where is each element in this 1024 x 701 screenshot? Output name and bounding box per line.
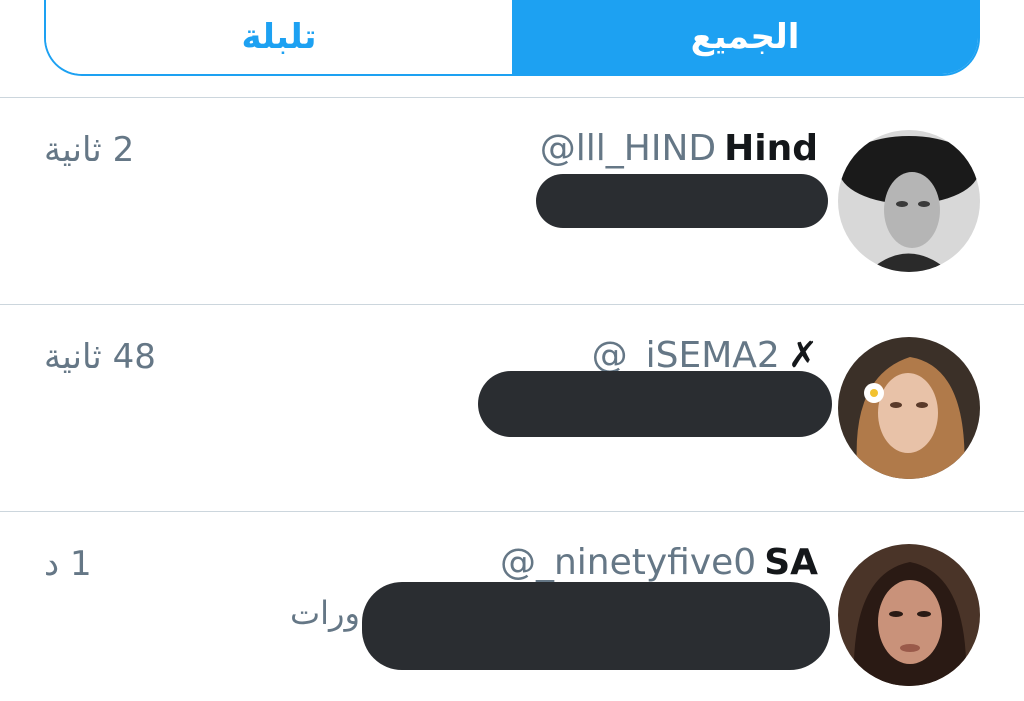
display-name[interactable]: SA bbox=[764, 542, 818, 583]
user-handle[interactable]: @_ninetyfive0 bbox=[500, 542, 756, 583]
display-name[interactable]: ✗ bbox=[788, 335, 818, 376]
tab-all[interactable]: الجميع bbox=[512, 0, 978, 74]
redaction-bar bbox=[478, 371, 832, 437]
timestamp: 2 ثانية bbox=[44, 130, 135, 170]
user-handle[interactable]: @lll_HIND bbox=[540, 128, 716, 169]
redaction-bar bbox=[536, 174, 828, 228]
name-line: @lll_HIND Hind bbox=[540, 128, 818, 169]
name-line: @_ninetyfive0 SA bbox=[500, 542, 818, 583]
name-line: @_iSEMA2 ✗ bbox=[592, 335, 818, 376]
segmented-control: تلبلة الجميع bbox=[44, 0, 980, 76]
display-name[interactable]: Hind bbox=[724, 128, 818, 169]
notification-row[interactable]: @_ninetyfive0 SA 1 د ورات bbox=[0, 512, 1024, 701]
tweet-snippet: ورات bbox=[290, 594, 360, 632]
timestamp: 48 ثانية bbox=[44, 337, 156, 377]
redaction-bar bbox=[362, 582, 830, 670]
user-avatar-icon[interactable] bbox=[838, 130, 980, 272]
user-avatar-icon[interactable] bbox=[838, 544, 980, 686]
tab-mentions[interactable]: تلبلة bbox=[46, 0, 512, 74]
timestamp: 1 د bbox=[44, 544, 92, 584]
notification-row[interactable]: @lll_HIND Hind 2 ثانية bbox=[0, 98, 1024, 304]
user-avatar-icon[interactable] bbox=[838, 337, 980, 479]
user-handle[interactable]: @_iSEMA2 bbox=[592, 335, 780, 376]
notification-row[interactable]: @_iSEMA2 ✗ 48 ثانية bbox=[0, 305, 1024, 511]
